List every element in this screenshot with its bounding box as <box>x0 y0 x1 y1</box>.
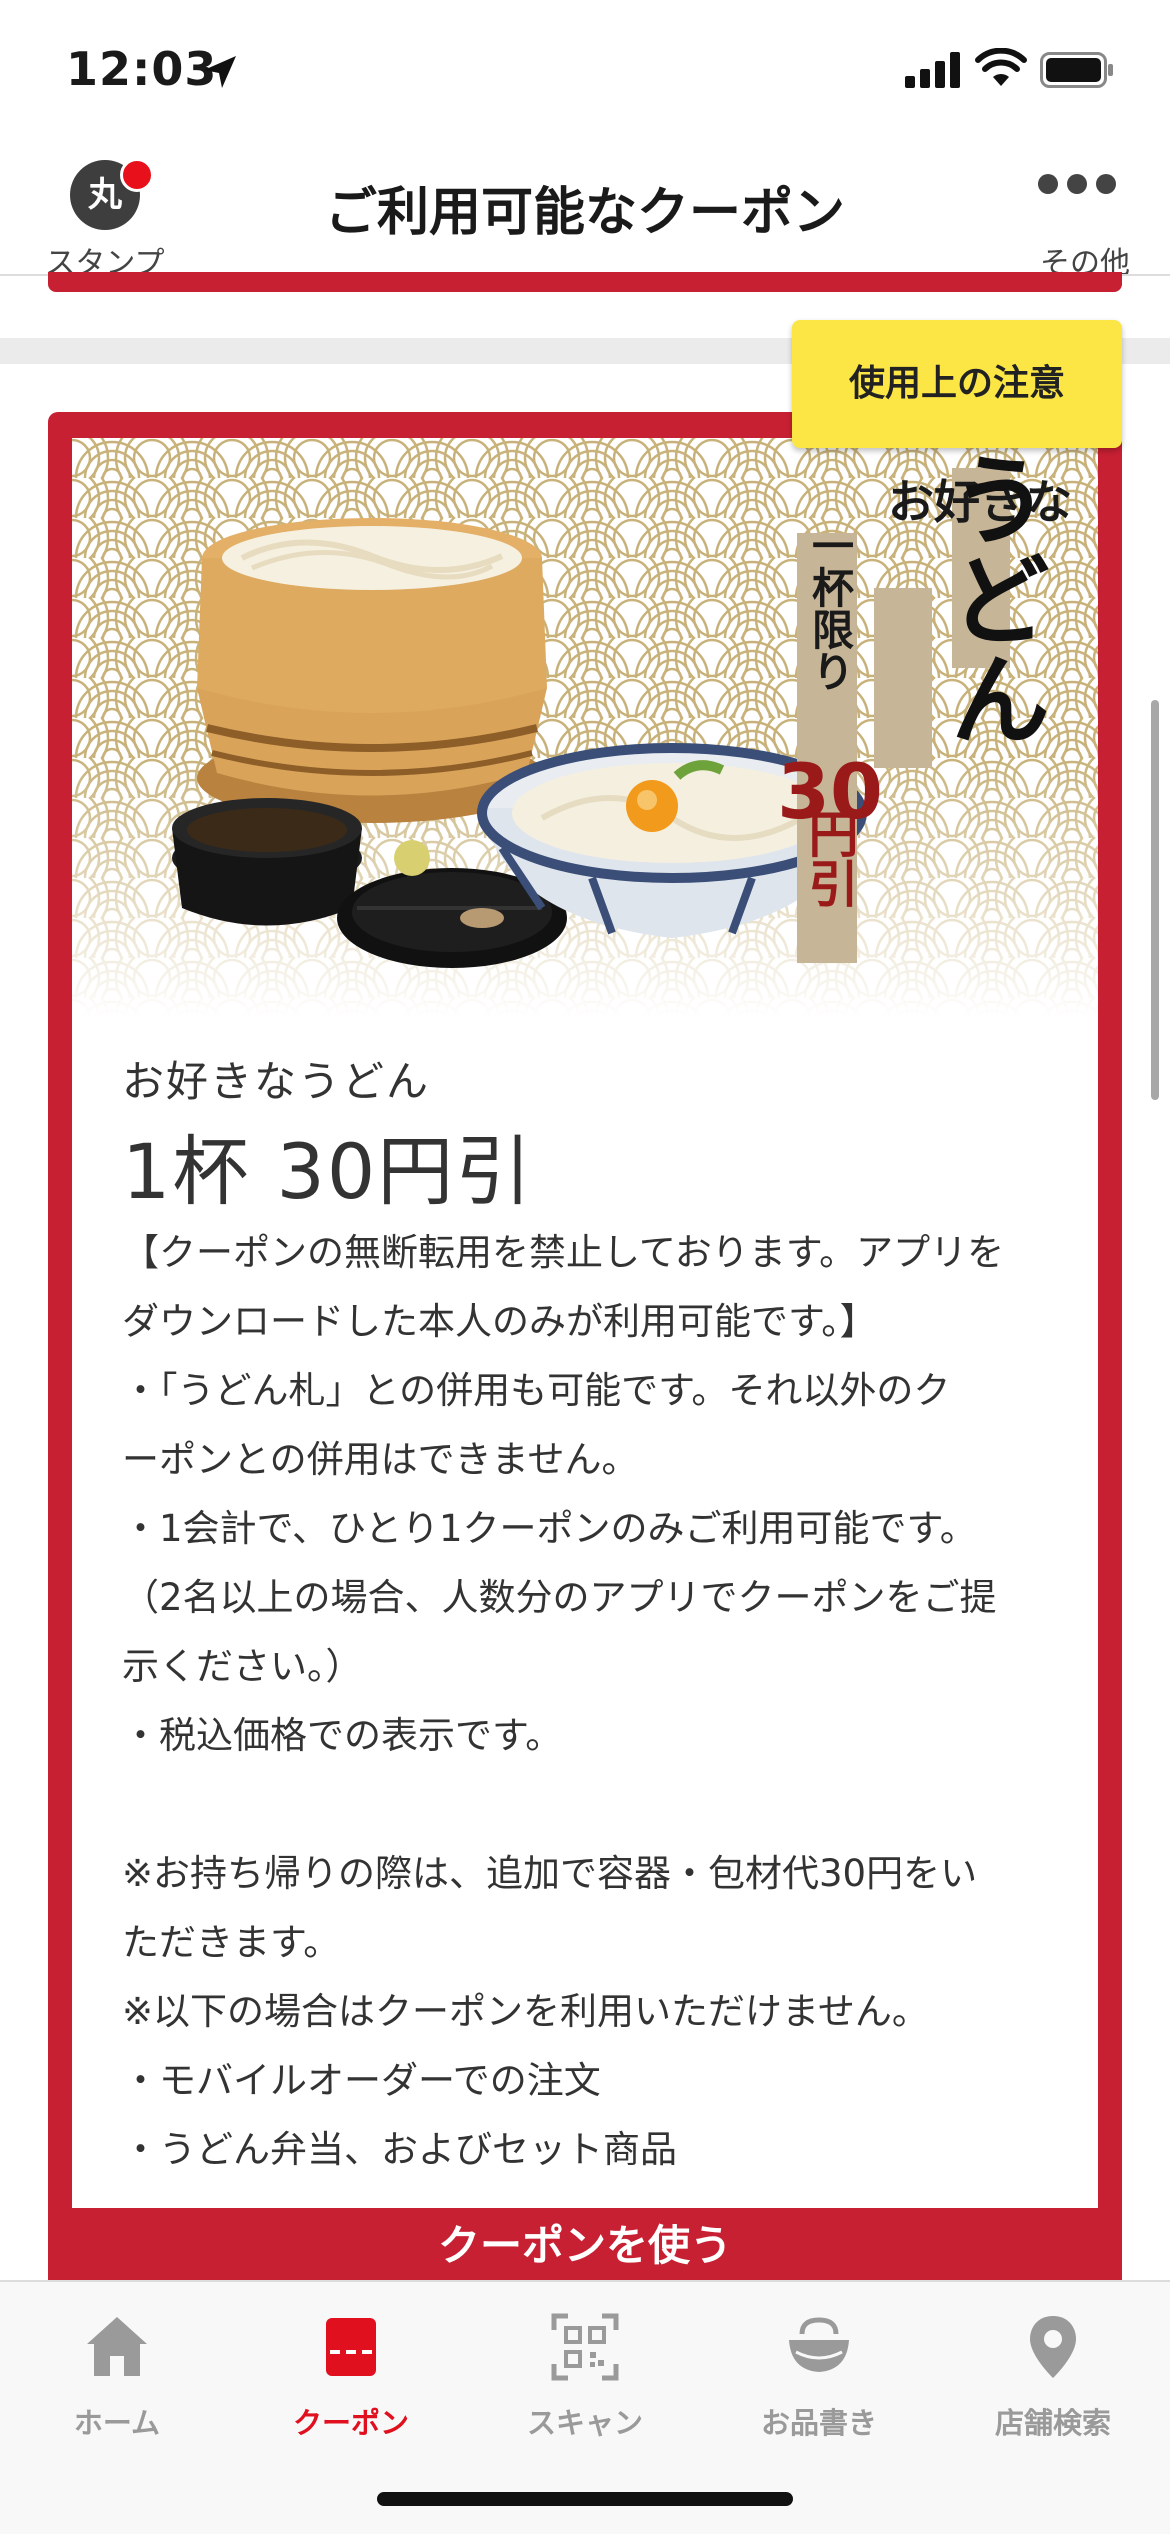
description-line: ・「うどん札」との併用も可能です。それ以外のク <box>122 1369 951 1412</box>
description-line: ダウンロードした本人のみが利用可能です。】 <box>122 1300 877 1343</box>
stamp-button[interactable]: 丸 スタンプ <box>40 150 170 281</box>
tab-coupon[interactable]: クーポン <box>234 2302 468 2452</box>
location-arrow-icon <box>204 56 236 88</box>
location-pin-icon <box>1030 2316 1076 2378</box>
menu-bowl-icon <box>789 2317 849 2372</box>
coupon-name: お好きなうどん <box>122 1057 431 1106</box>
home-icon <box>87 2317 147 2376</box>
description-line: ーポンとの併用はできません。 <box>122 1438 639 1481</box>
use-coupon-button[interactable]: クーポンを使う <box>48 2212 1122 2273</box>
tab-menu[interactable]: お品書き <box>702 2302 936 2452</box>
cellular-signal-icon <box>905 52 960 88</box>
banner-unit: 円引 <box>801 808 860 908</box>
wifi-icon <box>975 48 1027 86</box>
qr-scan-icon <box>551 2313 619 2381</box>
home-indicator[interactable] <box>377 2492 793 2506</box>
more-dots-icon <box>1038 174 1125 198</box>
usage-notice-button[interactable]: 使用上の注意 <box>792 320 1122 448</box>
coupon-icon <box>326 2318 376 2376</box>
description-line: ただきます。 <box>122 1921 341 1964</box>
scrollbar[interactable] <box>1151 700 1159 1100</box>
coupon-banner-image: お好きな うどん 一杯限り 30 円引 <box>72 438 1098 1018</box>
description-line: ※以下の場合はクーポンを利用いただけません。 <box>122 1990 929 2033</box>
battery-icon <box>1040 52 1113 88</box>
status-time: 12:03 <box>66 42 218 96</box>
coupon-description: 【クーポンの無断転用を禁止しております。アプリを ダウンロードした本人のみが利用… <box>122 1218 1062 2184</box>
description-line: ※お持ち帰りの際は、追加で容器・包材代30円をい <box>122 1852 978 1895</box>
tab-label: クーポン <box>292 2406 409 2440</box>
coupon-content: お好きな うどん 一杯限り 30 円引 お好きなうどん 1杯 30円引 【クーポ… <box>72 438 1098 2208</box>
description-line <box>122 1770 1062 1839</box>
description-line: 示ください。） <box>122 1645 363 1688</box>
description-line: ・税込価格での表示です。 <box>122 1714 563 1757</box>
coupon-discount: 1杯 30円引 <box>122 1127 534 1216</box>
tab-label: スキャン <box>526 2406 643 2440</box>
banner-limit-text: 一杯限り <box>806 524 855 692</box>
description-line: ・モバイルオーダーでの注文 <box>122 2059 601 2102</box>
more-button[interactable]: その他 <box>1020 150 1150 281</box>
description-line: （2名以上の場合、人数分のアプリでクーポンをご提 <box>122 1576 997 1619</box>
previous-coupon-card-edge <box>48 272 1122 292</box>
nav-header: 丸 スタンプ ご利用可能なクーポン その他 <box>0 140 1170 281</box>
tab-label: ホーム <box>73 2406 161 2440</box>
description-line: ・うどん弁当、およびセット商品 <box>122 2128 677 2171</box>
tab-home[interactable]: ホーム <box>0 2302 234 2452</box>
tab-scan[interactable]: スキャン <box>468 2302 702 2452</box>
coupon-card: お好きな うどん 一杯限り 30 円引 お好きなうどん 1杯 30円引 【クーポ… <box>48 412 1122 2312</box>
description-line: 【クーポンの無断転用を禁止しております。アプリを <box>122 1231 1005 1274</box>
description-line: ・1会計で、ひとり1クーポンのみご利用可能です。 <box>122 1507 977 1550</box>
page-title: ご利用可能なクーポン <box>324 183 845 243</box>
banner-title-large: うどん <box>933 448 1051 748</box>
tab-label: 店舗検索 <box>994 2406 1111 2440</box>
status-bar: 12:03 <box>0 0 1170 140</box>
notification-dot <box>120 158 154 192</box>
tab-label: お品書き <box>760 2406 877 2440</box>
tab-store-search[interactable]: 店舗検索 <box>936 2302 1170 2452</box>
